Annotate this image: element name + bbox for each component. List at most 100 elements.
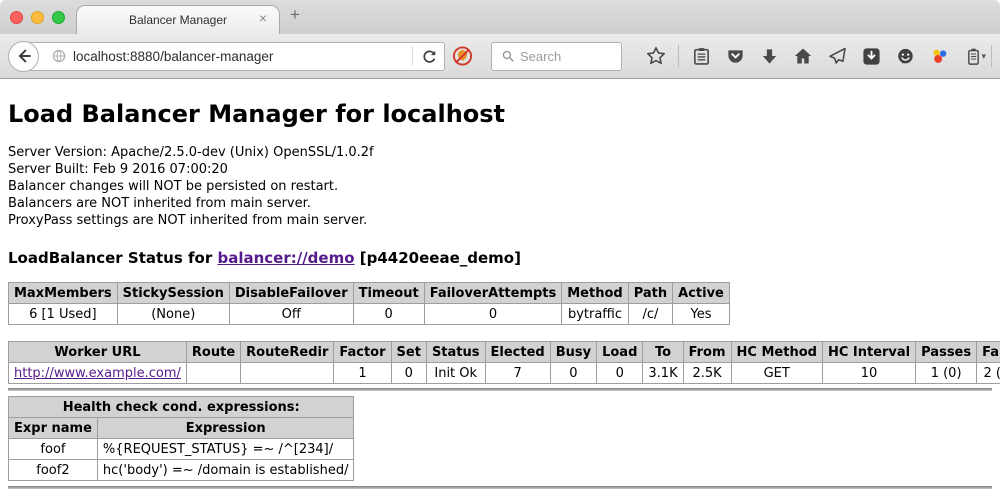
worker-url-link[interactable]: http://www.example.com/ — [14, 366, 181, 381]
toolbar-icons: ▾ — [639, 45, 1000, 67]
column-header: Route — [186, 342, 240, 363]
tab-bar: Balancer Manager × + — [0, 0, 1000, 34]
column-header: Passes — [916, 342, 977, 363]
balancer-demo-link[interactable]: balancer://demo — [217, 249, 354, 267]
column-header: Load — [597, 342, 643, 363]
table-row: foof2 hc('body') =~ /domain is establish… — [9, 460, 354, 481]
tab-balancer-manager[interactable]: Balancer Manager × — [76, 5, 280, 34]
to-cell: 3.1K — [643, 363, 683, 384]
column-header: Busy — [550, 342, 596, 363]
table-caption-row: Health check cond. expressions: — [9, 397, 354, 418]
tab-title: Balancer Manager — [129, 13, 227, 27]
table-row: foof %{REQUEST_STATUS} =~ /^[234]/ — [9, 439, 354, 460]
balancer-status-heading: LoadBalancer Status for balancer://demo … — [8, 249, 992, 267]
chevron-down-icon[interactable]: ▾ — [982, 51, 987, 62]
expression-cell: %{REQUEST_STATUS} =~ /^[234]/ — [97, 439, 354, 460]
tab-close-icon[interactable]: × — [259, 10, 267, 26]
column-header: StickySession — [117, 283, 229, 304]
addon-emoji-icon[interactable] — [895, 46, 916, 67]
column-header: FailoverAttempts — [424, 283, 562, 304]
addon-colors-icon[interactable] — [929, 46, 950, 67]
hc-interval-cell: 10 — [822, 363, 915, 384]
page-title: Load Balancer Manager for localhost — [8, 79, 992, 129]
new-tab-button[interactable]: + — [290, 5, 300, 25]
column-header: RouteRedir — [241, 342, 334, 363]
column-header: Elected — [485, 342, 550, 363]
window-controls — [10, 11, 65, 24]
column-header: Active — [673, 283, 730, 304]
maxmembers-cell: 6 [1 Used] — [9, 304, 118, 325]
browser-window: Balancer Manager × + localhost:8880/bala… — [0, 0, 1000, 491]
timeout-cell: 0 — [353, 304, 424, 325]
health-table-caption: Health check cond. expressions: — [9, 397, 354, 418]
worker-status-table: Worker URL Route RouteRedir Factor Set S… — [8, 341, 1000, 384]
failoverattempts-cell: 0 — [424, 304, 562, 325]
column-header: Expression — [97, 418, 354, 439]
zoom-window-button[interactable] — [52, 11, 65, 24]
column-header: DisableFailover — [229, 283, 353, 304]
url-bar[interactable]: localhost:8880/balancer-manager — [25, 42, 445, 71]
toolbar-separator — [678, 45, 679, 67]
status-heading-prefix: LoadBalancer Status for — [8, 249, 217, 267]
pocket-icon[interactable] — [725, 46, 746, 67]
server-version-line: Server Version: Apache/2.5.0-dev (Unix) … — [8, 144, 992, 161]
stickysession-cell: (None) — [117, 304, 229, 325]
section-divider — [8, 388, 992, 391]
elected-cell: 7 — [485, 363, 550, 384]
home-icon[interactable] — [793, 46, 814, 67]
disablefailover-cell: Off — [229, 304, 353, 325]
back-button[interactable] — [8, 41, 39, 72]
addon-container-icon[interactable] — [963, 46, 984, 67]
column-header: Factor — [334, 342, 391, 363]
bookmark-star-icon[interactable] — [646, 46, 667, 67]
close-window-button[interactable] — [10, 11, 23, 24]
hc-method-cell: GET — [731, 363, 822, 384]
column-header: Expr name — [9, 418, 98, 439]
table-row: http://www.example.com/ 1 0 Init Ok 7 0 … — [9, 363, 1000, 384]
toolbar-separator — [991, 45, 992, 67]
column-header: Path — [628, 283, 672, 304]
column-header: Method — [562, 283, 628, 304]
expr-name-cell: foof2 — [9, 460, 98, 481]
load-cell: 0 — [597, 363, 643, 384]
status-heading-suffix: [p4420eeae_demo] — [355, 249, 521, 267]
server-info: Server Version: Apache/2.5.0-dev (Unix) … — [8, 144, 992, 229]
column-header: Set — [391, 342, 426, 363]
fails-cell: 2 (0) — [977, 363, 1000, 384]
downloads-icon[interactable] — [759, 46, 780, 67]
column-header: From — [683, 342, 731, 363]
expression-cell: hc('body') =~ /domain is established/ — [97, 460, 354, 481]
status-cell: Init Ok — [426, 363, 485, 384]
url-separator — [412, 46, 413, 66]
balancers-inherit-line: Balancers are NOT inherited from main se… — [8, 195, 992, 212]
busy-cell: 0 — [550, 363, 596, 384]
column-header: HC Method — [731, 342, 822, 363]
worker-url-cell: http://www.example.com/ — [9, 363, 187, 384]
from-cell: 2.5K — [683, 363, 731, 384]
path-cell: /c/ — [628, 304, 672, 325]
column-header: Timeout — [353, 283, 424, 304]
reload-icon[interactable] — [419, 46, 440, 67]
addon-download-icon[interactable] — [861, 46, 882, 67]
persist-warning-line: Balancer changes will NOT be persisted o… — [8, 178, 992, 195]
passes-cell: 1 (0) — [916, 363, 977, 384]
route-cell — [186, 363, 240, 384]
column-header: HC Interval — [822, 342, 915, 363]
back-arrow-icon — [15, 47, 33, 65]
health-check-expressions-table: Health check cond. expressions: Expr nam… — [8, 396, 354, 481]
minimize-window-button[interactable] — [31, 11, 44, 24]
search-bar[interactable] — [491, 42, 622, 71]
send-tab-icon[interactable] — [827, 46, 848, 67]
navigation-toolbar: localhost:8880/balancer-manager — [0, 34, 1000, 79]
server-built-line: Server Built: Feb 9 2016 07:00:20 — [8, 161, 992, 178]
expr-name-cell: foof — [9, 439, 98, 460]
search-input[interactable] — [520, 49, 615, 64]
reading-list-icon[interactable] — [691, 46, 712, 67]
globe-icon — [48, 46, 69, 67]
routeredir-cell — [241, 363, 334, 384]
url-text[interactable]: localhost:8880/balancer-manager — [73, 49, 406, 64]
content-blocked-icon[interactable] — [452, 46, 473, 67]
page-content: Load Balancer Manager for localhost Serv… — [0, 79, 1000, 490]
table-row: 6 [1 Used] (None) Off 0 0 bytraffic /c/ … — [9, 304, 730, 325]
balancer-settings-table: MaxMembers StickySession DisableFailover… — [8, 282, 730, 325]
